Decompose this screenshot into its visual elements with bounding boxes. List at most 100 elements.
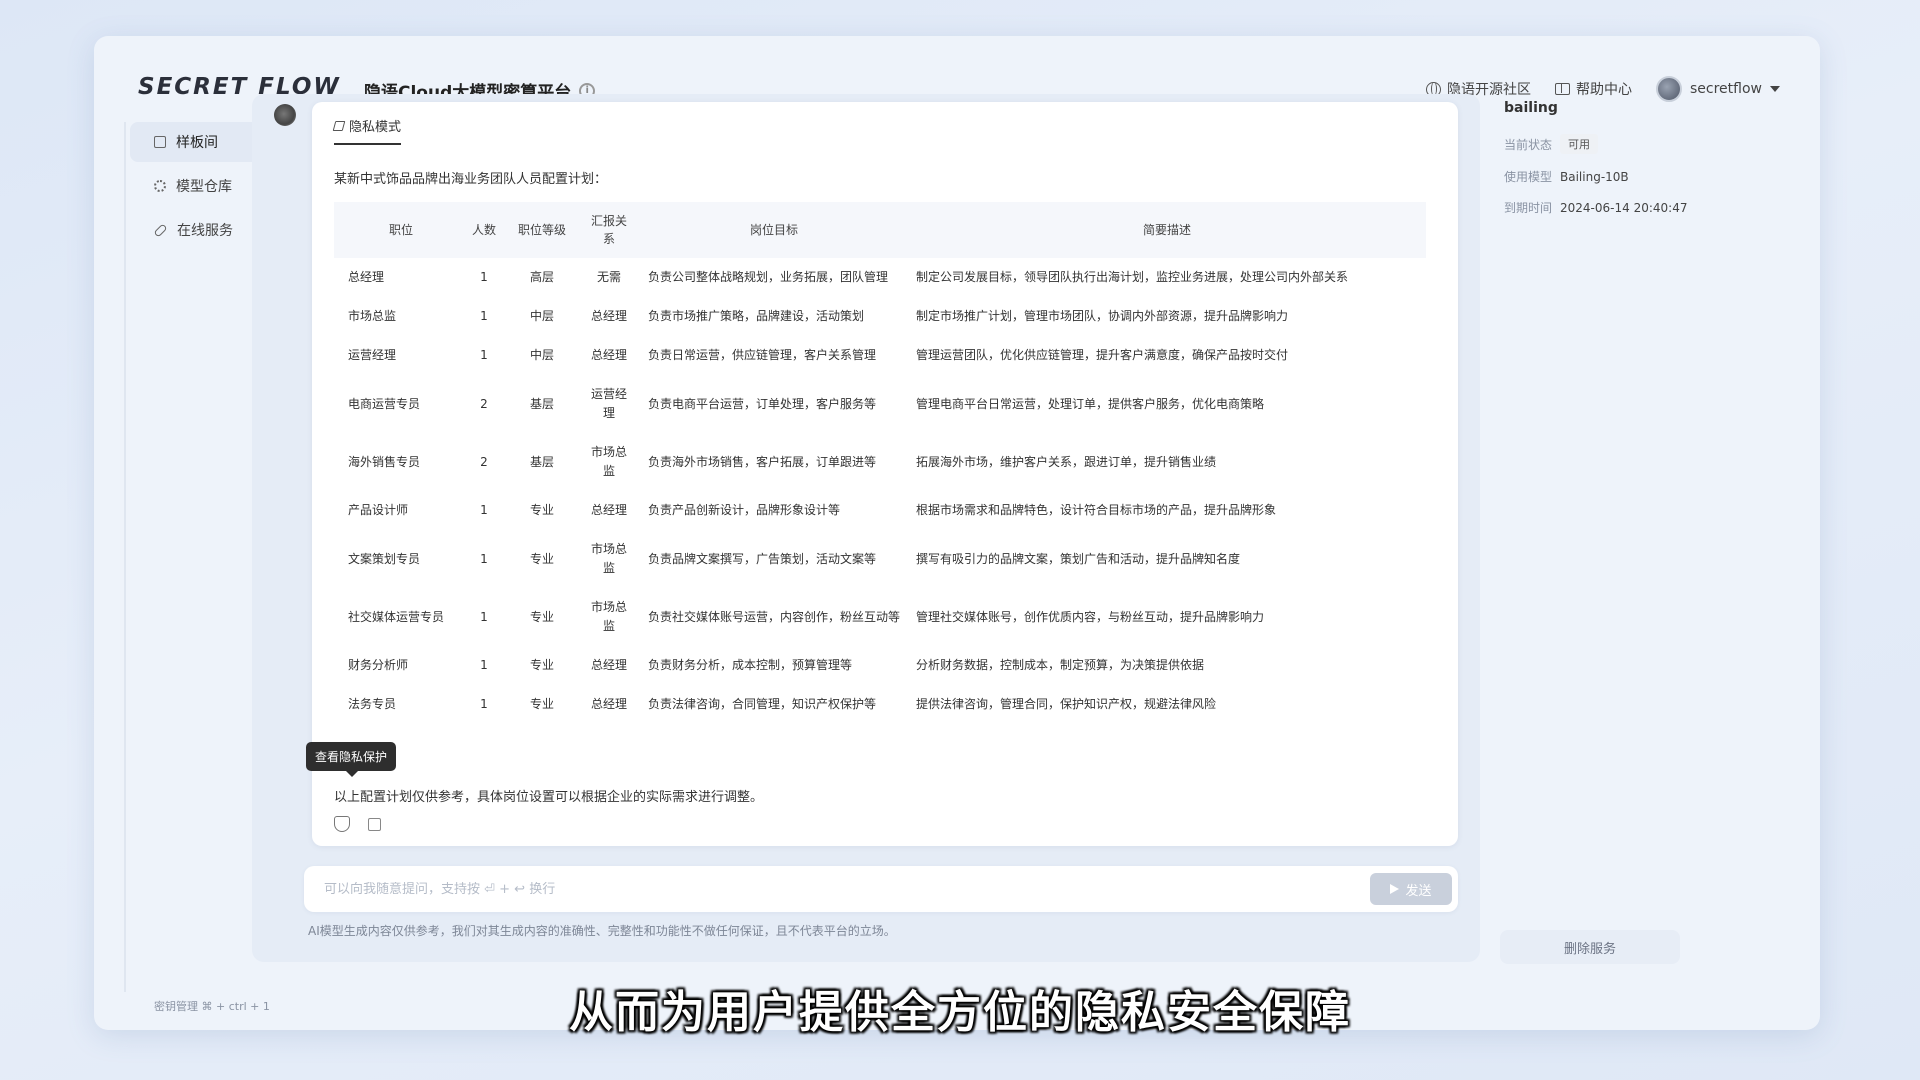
table-cell: 总经理 — [590, 348, 627, 362]
privacy-tooltip: 查看隐私保护 — [306, 742, 397, 777]
help-center-link[interactable]: 帮助中心 — [1555, 79, 1632, 99]
table-cell: 提供法律咨询，管理合同，保护知识产权，规避法律风险 — [916, 697, 1217, 711]
help-center-label: 帮助中心 — [1576, 82, 1632, 98]
status-label: 当前状态 — [1504, 137, 1553, 152]
table-cell: 负责市场推广策略，品牌建设，活动策划 — [648, 309, 865, 323]
message-intro: 某新中式饰品品牌出海业务团队人员配置计划： — [334, 172, 608, 187]
table-row: 财务分析师 1 专业 总经理 负责财务分析，成本控制，预算管理等 分析财务数据，控制成本，… — [334, 646, 1426, 685]
table-cell: 总经理 — [590, 697, 627, 711]
table-cell: 负责法律咨询，合同管理，知识产权保护等 — [648, 697, 877, 711]
table-cell: 分析财务数据，控制成本，制定预算，为决策提供依据 — [916, 658, 1205, 672]
message-actions — [334, 816, 381, 832]
table-cell: 专业 — [529, 609, 554, 624]
sidebar-item-label: 模型仓库 — [176, 179, 232, 195]
privacy-shield-icon[interactable] — [334, 816, 350, 832]
table-cell: 总经理 — [590, 309, 627, 323]
table-cell: 撰写有吸引力的品牌文案，策划广告和活动，提升品牌知名度 — [916, 551, 1241, 566]
send-button[interactable]: 发送 — [1370, 873, 1452, 905]
table-cell: 制定公司发展目标，领导团队执行出海计划，监控业务进展，处理公司内外部关系 — [916, 270, 1349, 284]
username: secretflow — [1690, 81, 1762, 97]
table-cell: 总经理 — [348, 270, 385, 284]
table-row: 产品设计师 1 专业 总经理 负责产品创新设计，品牌形象设计等 根据市场需求和品牌特色，设… — [334, 491, 1426, 530]
sidebar-item-label: 样板间 — [176, 135, 218, 151]
table-cell: 负责公司整体战略规划，业务拓展，团队管理 — [648, 270, 889, 284]
table-cell: 中层 — [529, 348, 554, 362]
table-header-row: 职位 人数 职位等级 汇报关系 岗位目标 简要描述 — [334, 202, 1426, 258]
model-value: Bailing-10B — [1560, 169, 1629, 184]
ai-disclaimer: AI模型生成内容仅供参考，我们对其生成内容的准确性、完整性和功能性不做任何保证，… — [308, 924, 896, 938]
service-info-panel: bailing 当前状态 可用 使用模型 Bailing-10B 到期时间 20… — [1490, 100, 1710, 230]
table-cell: 市场总监 — [590, 445, 627, 478]
table-row: 电商运营专员 2 基层 运营经理 负责电商平台运营，订单处理，客户服务等 管理电商平台日常… — [334, 375, 1426, 433]
video-subtitle: 从而为用户提供全方位的隐私安全保障 — [569, 987, 1351, 1038]
edit-icon — [332, 120, 346, 131]
table-cell: 根据市场需求和品牌特色，设计符合目标市场的产品，提升品牌形象 — [916, 503, 1277, 517]
table-row: 法务专员 1 专业 总经理 负责法律咨询，合同管理，知识产权保护等 提供法律咨询，管理合同… — [334, 685, 1426, 724]
chat-input[interactable] — [324, 881, 1370, 897]
table-cell: 中层 — [529, 309, 554, 323]
staffing-table: 职位 人数 职位等级 汇报关系 岗位目标 简要描述 总经理 1 高层 无需 负责公司整体… — [334, 202, 1426, 724]
column-header: 岗位目标 — [749, 223, 798, 237]
send-icon — [1390, 884, 1400, 894]
table-cell: 财务分析师 — [348, 658, 409, 672]
table-cell: 法务专员 — [348, 697, 397, 711]
table-cell: 海外销售专员 — [348, 454, 421, 469]
avatar — [1656, 76, 1682, 102]
table-cell: 1 — [480, 503, 488, 517]
table-cell: 专业 — [529, 658, 554, 672]
status-row: 当前状态 可用 — [1504, 134, 1710, 154]
table-cell: 产品设计师 — [348, 503, 409, 517]
chevron-down-icon — [1770, 86, 1780, 92]
book-icon — [1555, 83, 1570, 95]
table-cell: 社交媒体运营专员 — [348, 609, 445, 624]
table-cell: 基层 — [529, 454, 554, 469]
table-cell: 负责电商平台运营，订单处理，客户服务等 — [648, 396, 877, 411]
table-cell: 电商运营专员 — [348, 396, 421, 411]
table-cell: 拓展海外市场，维护客户关系，跟进订单，提升销售业绩 — [916, 454, 1217, 469]
table-cell: 2 — [480, 396, 488, 411]
model-label: 使用模型 — [1504, 170, 1553, 184]
table-cell: 基层 — [529, 396, 554, 411]
table-row: 社交媒体运营专员 1 专业 市场总监 负责社交媒体账号运营，内容创作，粉丝互动等 管理社交… — [334, 588, 1426, 646]
delete-service-button[interactable]: 删除服务 — [1500, 930, 1680, 964]
table-cell: 负责海外市场销售，客户拓展，订单跟进等 — [648, 454, 877, 469]
table-cell: 总经理 — [590, 658, 627, 672]
table-cell: 负责社交媒体账号运营，内容创作，粉丝互动等 — [648, 609, 901, 624]
copy-icon[interactable] — [368, 817, 381, 831]
table-body: 总经理 1 高层 无需 负责公司整体战略规划，业务拓展，团队管理 制定公司发展目标，领导团… — [334, 258, 1426, 724]
privacy-mode-tab[interactable]: 隐私模式 — [332, 116, 402, 145]
status-badge: 可用 — [1560, 134, 1599, 154]
column-header: 职位等级 — [517, 223, 566, 237]
table-cell: 1 — [480, 609, 488, 624]
table-cell: 1 — [480, 658, 488, 672]
table-cell: 无需 — [596, 270, 621, 284]
table-cell: 制定市场推广计划，管理市场团队，协调内外部资源，提升品牌影响力 — [916, 309, 1289, 323]
chat-input-bar: 发送 — [304, 866, 1458, 912]
table-cell: 负责品牌文案撰写，广告策划，活动文案等 — [648, 551, 877, 566]
column-header: 汇报关系 — [590, 214, 627, 246]
table-cell: 文案策划专员 — [348, 551, 421, 566]
assistant-message-card: 隐私模式 某新中式饰品品牌出海业务团队人员配置计划： 职位 人数 职位等级 汇报… — [306, 102, 1458, 846]
user-menu[interactable]: secretflow — [1656, 76, 1780, 102]
service-name: bailing — [1504, 100, 1558, 116]
privacy-mode-label: 隐私模式 — [349, 120, 402, 135]
table-cell: 运营经理 — [590, 387, 627, 420]
table-cell: 专业 — [529, 697, 554, 711]
table-cell: 1 — [480, 270, 488, 284]
expire-label: 到期时间 — [1504, 201, 1553, 215]
sidebar-item-label: 在线服务 — [177, 223, 233, 239]
table-row: 运营经理 1 中层 总经理 负责日常运营，供应链管理，客户关系管理 管理运营团队，优化供应… — [334, 336, 1426, 375]
table-cell: 负责日常运营，供应链管理，客户关系管理 — [648, 348, 877, 362]
table-cell: 管理运营团队，优化供应链管理，提升客户满意度，确保产品按时交付 — [916, 348, 1289, 362]
message-footer-note: 以上配置计划仅供参考，具体岗位设置可以根据企业的实际需求进行调整。 — [334, 790, 764, 805]
assistant-avatar — [274, 104, 296, 126]
table-cell: 市场总监 — [590, 542, 627, 575]
table-cell: 高层 — [529, 270, 554, 284]
link-icon — [153, 222, 168, 238]
table-row: 文案策划专员 1 专业 市场总监 负责品牌文案撰写，广告策划，活动文案等 撰写有吸引力的品… — [334, 530, 1426, 588]
table-cell: 市场总监 — [348, 309, 397, 323]
table-cell: 1 — [480, 348, 488, 362]
column-header: 人数 — [471, 223, 496, 237]
table-cell: 专业 — [529, 503, 554, 517]
column-header: 简要描述 — [1142, 223, 1191, 237]
